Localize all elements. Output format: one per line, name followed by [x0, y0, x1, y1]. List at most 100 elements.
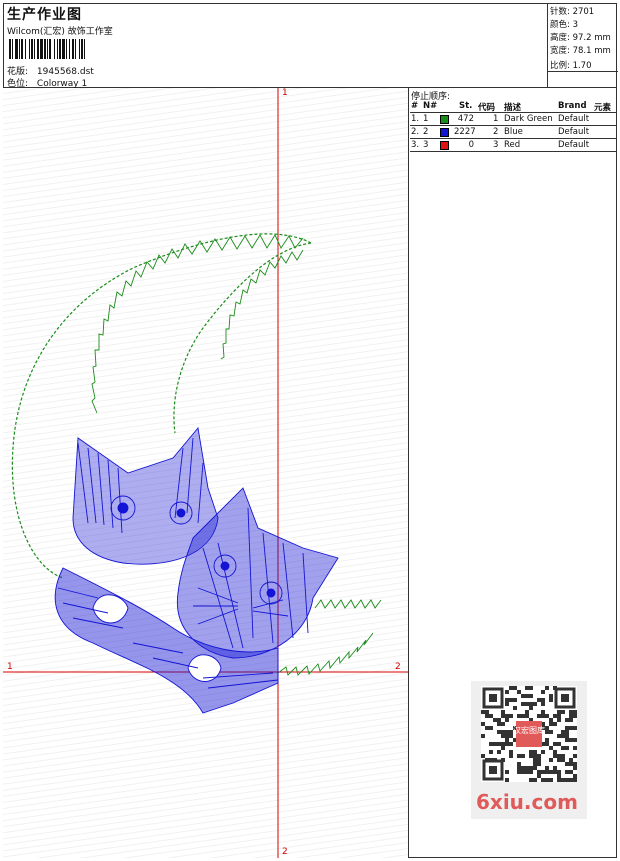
qr-cell	[501, 722, 505, 726]
qr-cell	[497, 718, 501, 722]
stitch-count: 针数: 2701	[550, 7, 595, 17]
table-row[interactable]: 1. 1 472 1 Dark Green Default	[410, 113, 617, 126]
qr-cell	[489, 742, 493, 746]
col-brand: Brand	[558, 101, 587, 111]
stop-sequence-table: # N# St. 代码 描述 Brand 元素 1. 1 472 1 Dark Gree…	[410, 100, 617, 152]
qr-cell	[505, 738, 509, 742]
qr-cell	[525, 766, 529, 770]
col-code: 代码	[478, 103, 496, 113]
qr-cell	[545, 730, 549, 734]
qr-cell	[549, 758, 553, 762]
qr-cell	[521, 694, 525, 698]
design-canvas[interactable]: 1 1 2 2	[3, 88, 409, 858]
row-description: Blue	[504, 127, 523, 137]
row-needle: 3	[423, 140, 429, 150]
qr-cell	[569, 758, 573, 762]
row-code: 3	[493, 140, 499, 150]
qr-cell	[565, 734, 569, 738]
qr-cell	[541, 714, 545, 718]
qr-cell	[561, 746, 565, 750]
qr-cell	[553, 750, 557, 754]
qr-cell	[529, 778, 533, 782]
qr-cell	[513, 686, 517, 690]
watermark-site: 6xiu.com	[476, 790, 578, 814]
front-kitten-right-pupil	[266, 588, 276, 598]
qr-cell	[569, 770, 573, 774]
qr-cell	[509, 754, 513, 758]
qr-cell	[525, 694, 529, 698]
qr-cell	[517, 770, 521, 774]
qr-cell	[481, 754, 485, 758]
qr-cell	[549, 778, 553, 782]
design-width: 宽度: 78.1 mm	[550, 46, 611, 56]
qr-cell	[533, 758, 537, 762]
qr-cell	[573, 714, 577, 718]
qr-cell	[525, 770, 529, 774]
qr-cell	[529, 702, 533, 706]
qr-cell	[557, 774, 561, 778]
qr-cell	[565, 718, 569, 722]
table-row[interactable]: 3. 3 0 3 Red Default	[410, 139, 617, 152]
qr-cell	[573, 738, 577, 742]
back-kitten-left-pupil	[117, 502, 129, 514]
qr-cell	[565, 762, 569, 766]
col-needle: N#	[423, 101, 438, 111]
kittens-embroidery	[54, 426, 339, 714]
qr-cell	[569, 714, 573, 718]
qr-cell	[517, 754, 521, 758]
qr-cell	[497, 742, 501, 746]
qr-cell	[549, 718, 553, 722]
qr-cell	[509, 686, 513, 690]
qr-cell	[517, 714, 521, 718]
color-swatch	[440, 141, 449, 150]
qr-cell	[557, 714, 561, 718]
qr-cell	[541, 778, 545, 782]
qr-cell	[529, 686, 533, 690]
qr-cell	[545, 742, 549, 746]
qr-cell	[485, 710, 489, 714]
design-height: 高度: 97.2 mm	[550, 33, 611, 43]
qr-cell	[533, 766, 537, 770]
qr-cell	[485, 714, 489, 718]
qr-cell	[509, 698, 513, 702]
sheet-title: 生产作业图	[7, 7, 82, 23]
qr-cell	[553, 754, 557, 758]
axis-bottom-label: 2	[282, 847, 288, 857]
qr-cell	[513, 698, 517, 702]
qr-cell	[501, 730, 505, 734]
qr-cell	[569, 710, 573, 714]
qr-cell	[537, 714, 541, 718]
qr-cell	[505, 742, 509, 746]
axis-left-label: 1	[7, 662, 13, 672]
qr-cell	[553, 722, 557, 726]
qr-cell	[561, 734, 565, 738]
qr-cell	[509, 750, 513, 754]
qr-cell	[549, 698, 553, 702]
moon-tail-zigzag	[277, 632, 374, 676]
row-needle: 1	[423, 114, 429, 124]
header-info: 生产作业图 Wilcom(汇宏) 故饰工作室 花版: 1945568.dst 色…	[3, 3, 547, 89]
qr-cell	[565, 730, 569, 734]
qr-cell	[493, 718, 497, 722]
row-brand: Default	[558, 114, 590, 124]
qr-cell	[521, 714, 525, 718]
qr-cell	[517, 766, 521, 770]
qr-cell	[505, 702, 509, 706]
qr-cell	[505, 714, 509, 718]
table-row[interactable]: 2. 2 2227 2 Blue Default	[410, 126, 617, 139]
stats-divider	[548, 71, 618, 72]
qr-cell	[561, 730, 565, 734]
qr-cell	[517, 690, 521, 694]
qr-cell	[545, 738, 549, 742]
qr-cell	[561, 778, 565, 782]
design-scale: 比例: 1.70	[550, 61, 592, 71]
qr-cell	[569, 762, 573, 766]
qr-cell	[549, 730, 553, 734]
color-swatch	[440, 128, 449, 137]
qr-cell	[533, 754, 537, 758]
back-kitten-right-pupil	[176, 508, 186, 518]
qr-cell	[505, 718, 509, 722]
qr-cell	[529, 694, 533, 698]
qr-cell	[505, 734, 509, 738]
qr-cell	[557, 758, 561, 762]
